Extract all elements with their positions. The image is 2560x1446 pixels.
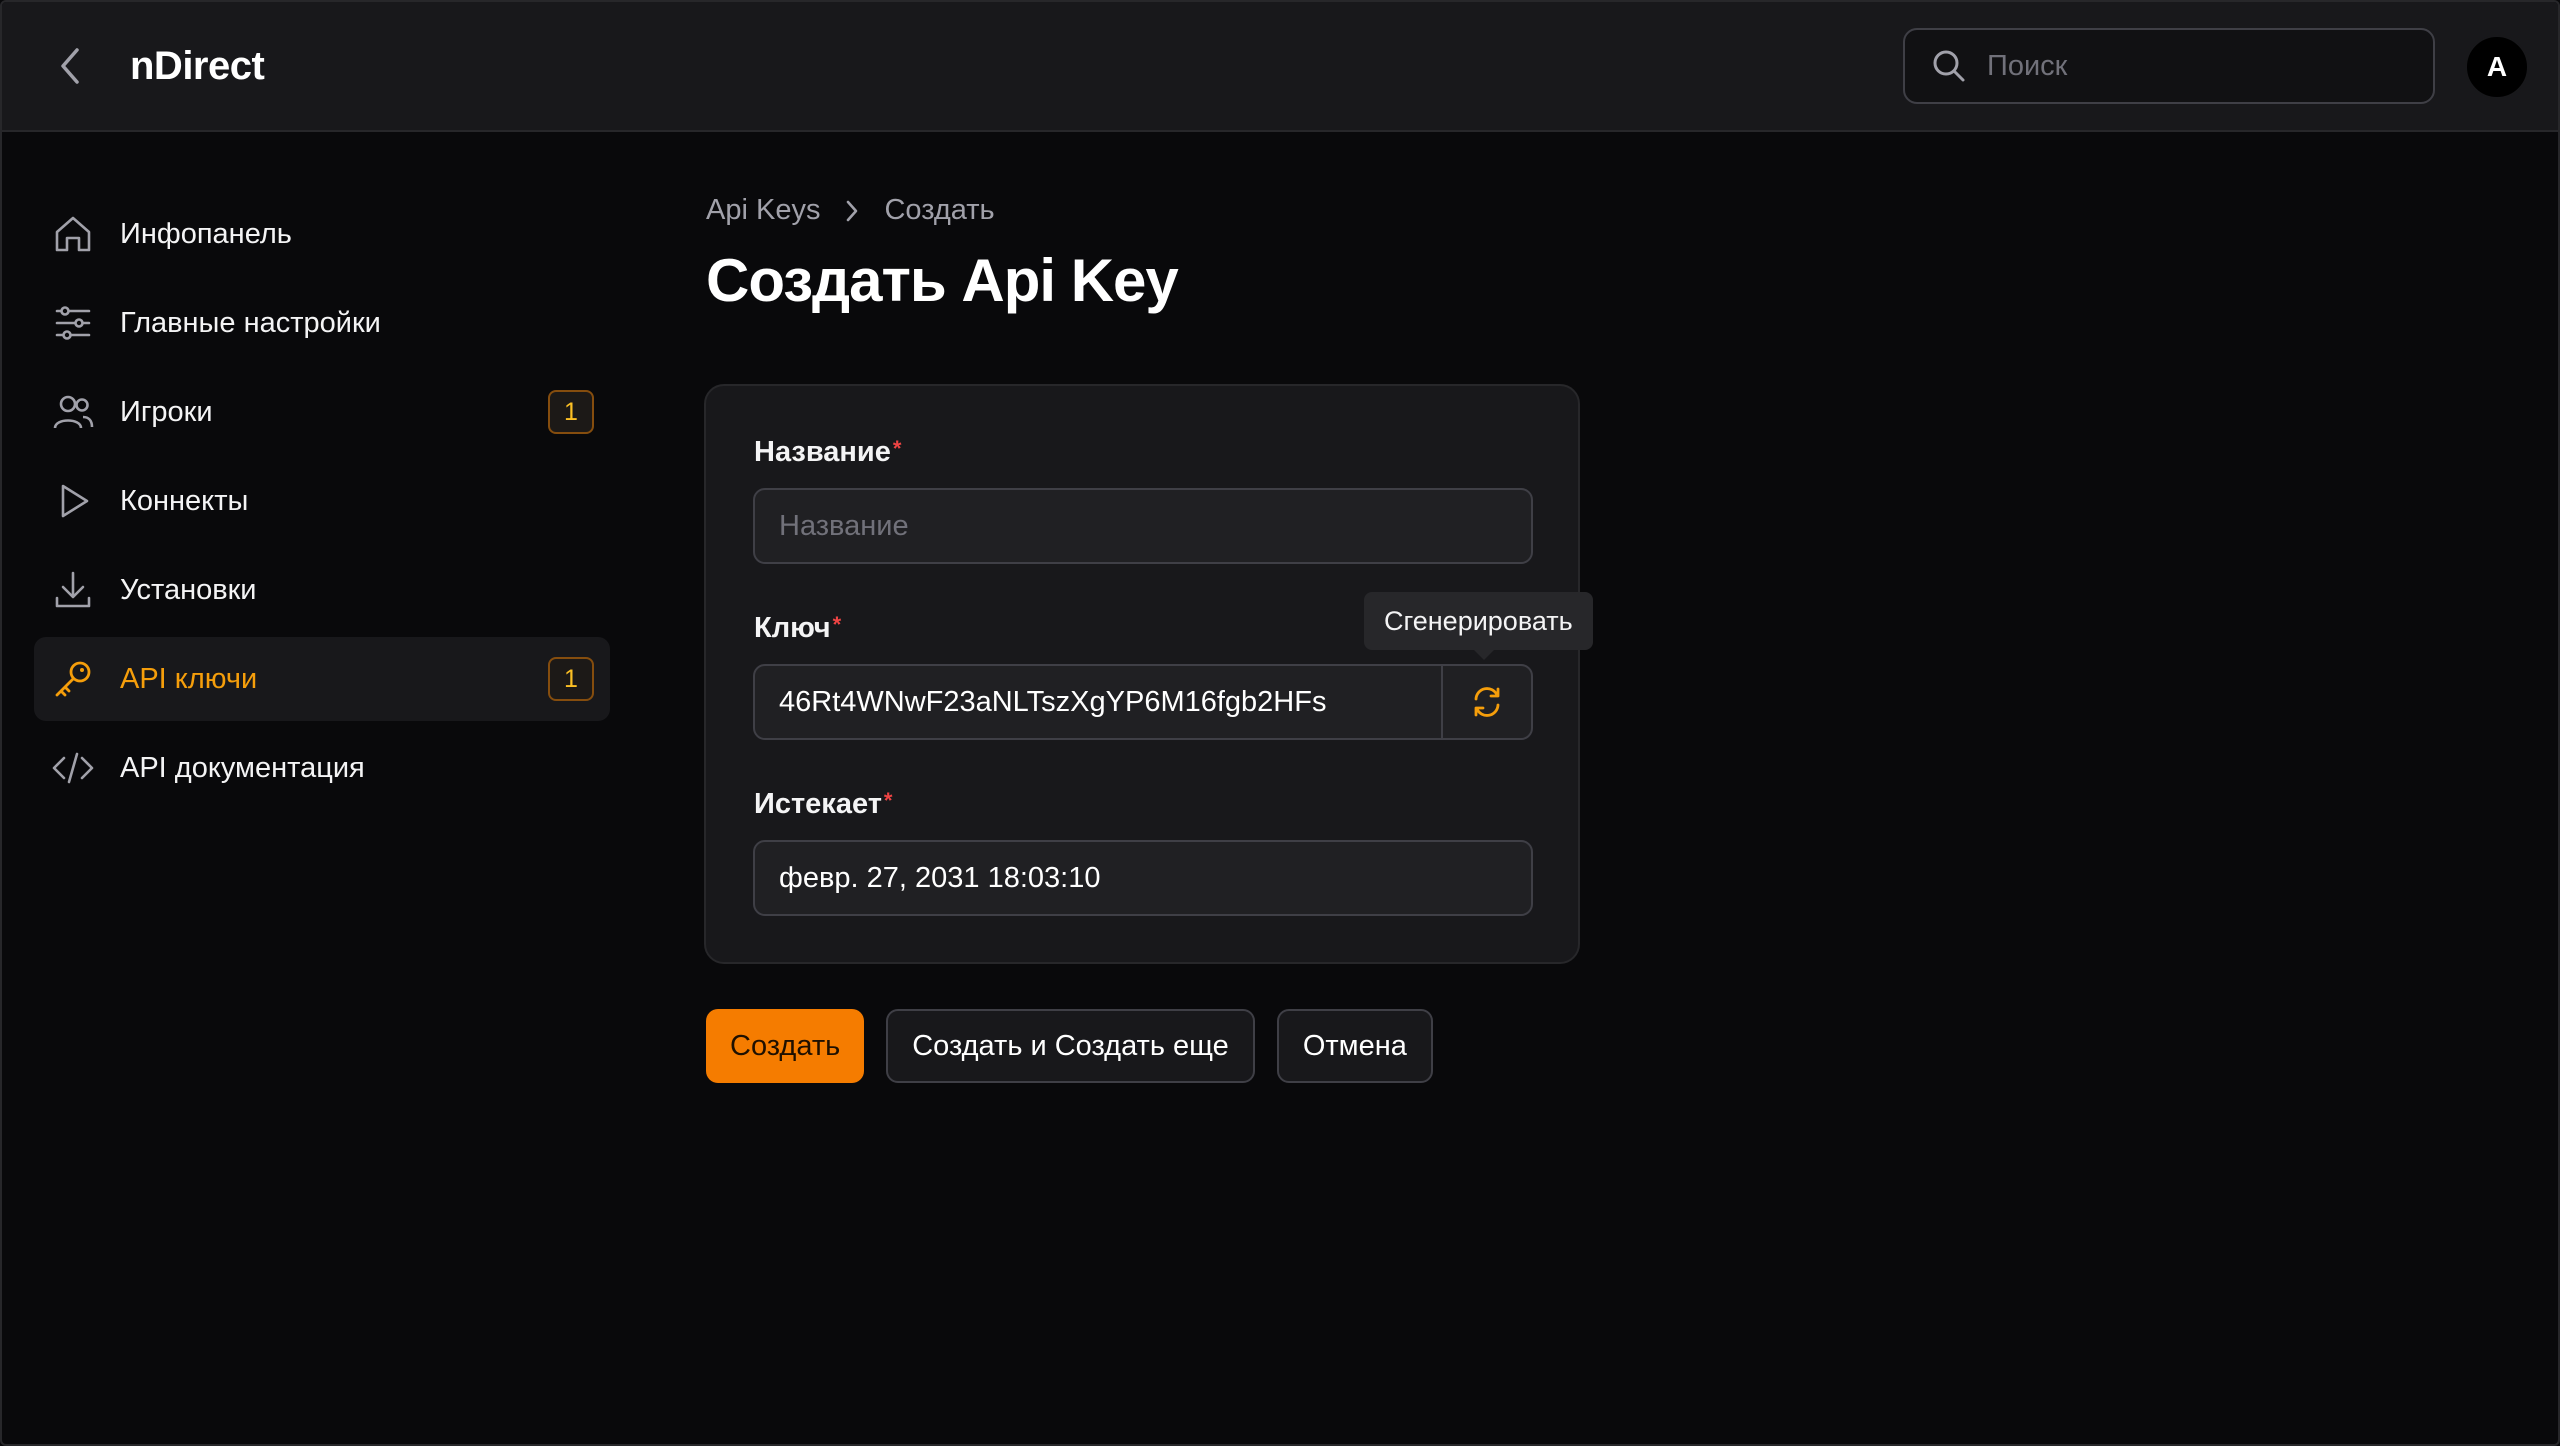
app-brand: nDirect [130,44,265,88]
create-another-button[interactable]: Создать и Создать еще [886,1009,1255,1083]
cancel-button[interactable]: Отмена [1276,1009,1433,1083]
generate-key-button[interactable] [1441,666,1531,738]
home-icon [50,211,96,257]
app-window: nDirect A Инфопанель [0,0,2560,1446]
form-card: Название* Ключ* Истекает* [704,384,1580,964]
sidebar: Инфопанель Главные настройки Игроки 1 Ко… [34,192,610,815]
expires-input[interactable] [779,861,1531,895]
sidebar-item-api-docs[interactable]: API документация [34,726,610,810]
key-field[interactable] [753,664,1533,740]
key-icon [50,656,96,702]
chevron-right-icon [844,198,860,224]
sidebar-item-label: Коннекты [120,484,249,517]
required-marker: * [832,612,842,637]
expires-field[interactable] [753,840,1533,916]
name-field-label: Название* [754,436,901,469]
required-marker: * [883,788,893,813]
sidebar-item-api-keys[interactable]: API ключи 1 [34,637,610,721]
players-count-badge: 1 [548,390,594,434]
sidebar-item-label: Главные настройки [120,306,381,339]
users-icon [50,389,96,435]
sidebar-item-label: Инфопанель [120,217,292,250]
expires-field-label: Истекает* [754,788,892,821]
back-button[interactable] [50,40,90,92]
sidebar-item-players[interactable]: Игроки 1 [34,370,610,454]
sidebar-item-label: API документация [120,751,365,784]
breadcrumb: Api Keys Создать [706,194,995,227]
generate-tooltip: Сгенерировать [1364,592,1593,660]
avatar[interactable]: A [2465,35,2529,99]
play-icon [50,478,96,524]
breadcrumb-link-api-keys[interactable]: Api Keys [706,194,820,227]
top-bar: nDirect A [2,2,2558,132]
name-input[interactable] [779,509,1531,543]
expires-label-text: Истекает [754,788,882,820]
sidebar-item-connects[interactable]: Коннекты [34,459,610,543]
sidebar-item-main-settings[interactable]: Главные настройки [34,281,610,365]
download-icon [50,567,96,613]
name-label-text: Название [754,436,891,468]
sidebar-item-label: Игроки [120,395,213,428]
key-label-text: Ключ [754,612,831,644]
sidebar-item-dashboard[interactable]: Инфопанель [34,192,610,276]
create-button[interactable]: Создать [706,1009,865,1083]
key-input[interactable] [779,685,1439,719]
search-icon [1933,50,1965,82]
sliders-icon [50,300,96,346]
refresh-icon [1474,687,1500,717]
api-keys-count-badge: 1 [548,657,594,701]
key-field-label: Ключ* [754,612,841,645]
name-field[interactable] [753,488,1533,564]
search-box[interactable] [1903,28,2435,104]
sidebar-item-installs[interactable]: Установки [34,548,610,632]
required-marker: * [892,436,902,461]
sidebar-item-label: Установки [120,573,257,606]
sidebar-item-label: API ключи [120,662,258,695]
page-title: Создать Api Key [706,247,1179,314]
search-input[interactable] [1987,49,2407,83]
code-icon [50,745,96,791]
breadcrumb-current: Создать [884,194,995,226]
form-actions: Создать Создать и Создать еще Отмена [706,1009,1433,1083]
chevron-left-icon [61,48,79,84]
